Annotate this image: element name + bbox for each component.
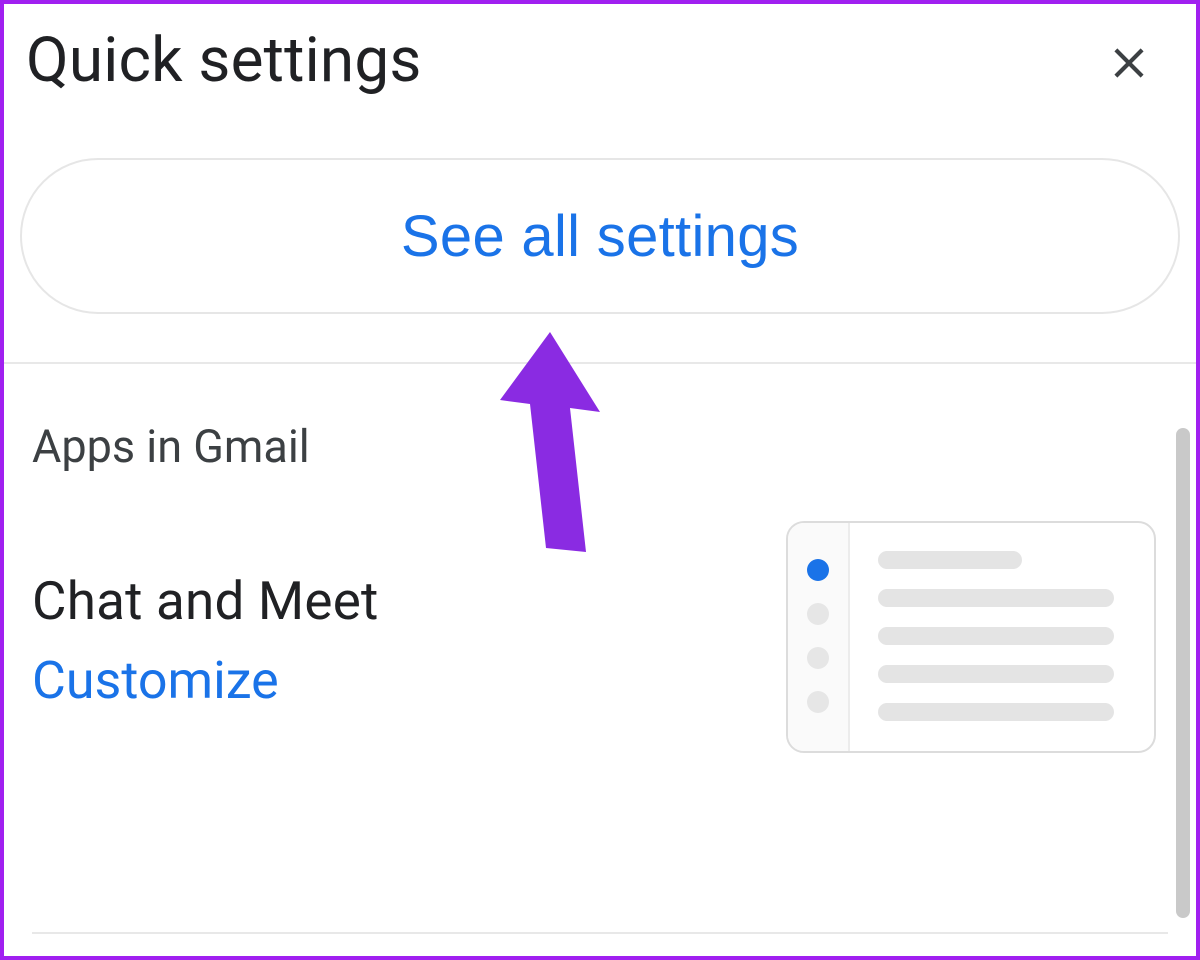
customize-link[interactable]: Customize xyxy=(32,650,379,711)
chat-and-meet-text: Chat and Meet Customize xyxy=(32,570,379,711)
preview-dot-icon xyxy=(807,647,829,669)
preview-sidebar xyxy=(788,523,850,751)
panel-title: Quick settings xyxy=(26,24,422,97)
panel-header: Quick settings xyxy=(4,4,1196,98)
preview-dot-icon xyxy=(807,691,829,713)
section-divider xyxy=(32,932,1168,934)
preview-dot-icon xyxy=(807,603,829,625)
chat-and-meet-preview xyxy=(786,521,1156,753)
preview-line-icon xyxy=(878,665,1114,683)
see-all-settings-button[interactable]: See all settings xyxy=(20,158,1180,314)
chat-and-meet-option[interactable]: Chat and Meet Customize xyxy=(32,527,1168,753)
chat-and-meet-title: Chat and Meet xyxy=(32,570,379,632)
section-heading-apps-in-gmail: Apps in Gmail xyxy=(32,420,1168,473)
close-button[interactable] xyxy=(1094,28,1164,98)
apps-in-gmail-section: Apps in Gmail Chat and Meet Customize xyxy=(4,364,1196,753)
preview-line-icon xyxy=(878,627,1114,645)
close-icon xyxy=(1104,38,1154,88)
quick-settings-panel: Quick settings See all settings Apps in … xyxy=(4,4,1196,956)
preview-content xyxy=(850,523,1154,751)
see-all-settings-wrap: See all settings xyxy=(4,98,1196,362)
preview-line-icon xyxy=(878,703,1114,721)
preview-line-icon xyxy=(878,551,1022,569)
preview-line-icon xyxy=(878,589,1114,607)
scrollbar-thumb[interactable] xyxy=(1176,428,1190,918)
preview-dot-icon xyxy=(807,559,829,581)
